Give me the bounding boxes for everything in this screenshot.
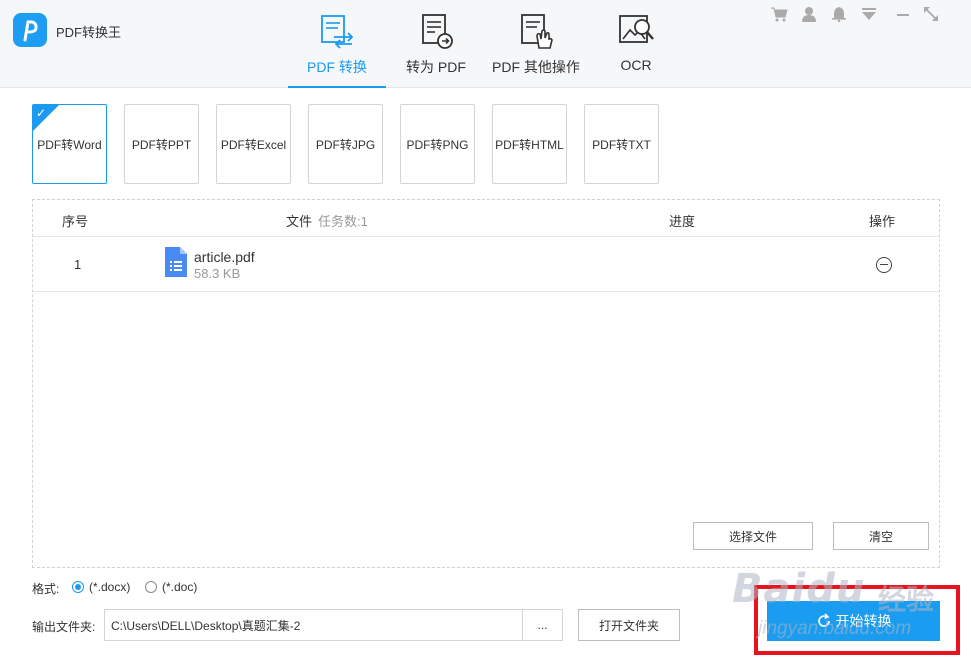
radio-doc[interactable] (145, 581, 157, 593)
task-count: 任务数:1 (318, 214, 368, 229)
menu-down-icon[interactable] (859, 4, 879, 24)
pdf-convert-icon (321, 15, 354, 49)
col-file-header: 文件 (286, 214, 313, 229)
tab-to-pdf[interactable]: 转为 PDF (397, 0, 475, 88)
tab-ocr[interactable]: OCR (600, 0, 672, 88)
row-index: 1 (74, 257, 82, 272)
col-index-header: 序号 (62, 214, 89, 229)
remove-task-icon[interactable] (876, 257, 892, 273)
col-action-header: 操作 (869, 214, 896, 229)
check-icon: ✓ (36, 106, 47, 120)
format-tile-pdf-to-html[interactable]: PDF转HTML (492, 104, 567, 184)
open-folder-button[interactable]: 打开文件夹 (578, 609, 680, 641)
browse-button[interactable]: ... (522, 609, 563, 641)
radio-doc-label[interactable]: (*.doc) (162, 580, 197, 594)
col-progress-header: 进度 (669, 214, 696, 229)
tab-label: OCR (620, 57, 652, 73)
app-title: PDF转换王 (56, 25, 122, 40)
clear-button[interactable]: 清空 (833, 522, 929, 550)
file-name: article.pdf (194, 249, 255, 265)
format-label: PDF转TXT (592, 137, 651, 152)
task-list-area[interactable]: 序号 文件 任务数:1 进度 操作 1 article.pdf 58.3 KB … (32, 199, 940, 568)
format-tile-pdf-to-excel[interactable]: PDF转Excel (216, 104, 291, 184)
format-tile-pdf-to-ppt[interactable]: PDF转PPT (124, 104, 199, 184)
format-tile-pdf-to-word[interactable]: ✓ PDF转Word (32, 104, 107, 184)
file-size: 58.3 KB (194, 266, 241, 281)
pdf-ops-icon (521, 14, 553, 49)
tab-label: 转为 PDF (406, 59, 466, 75)
start-convert-label: 开始转换 (835, 613, 892, 629)
top-bar: PDF转换王 PDF 转换 转为 PDF PDF 其他操作 OCR (0, 0, 971, 88)
table-row: 1 article.pdf 58.3 KB (33, 237, 939, 292)
p-logo-icon (13, 13, 47, 47)
format-label: PDF转PPT (131, 137, 192, 152)
format-tile-pdf-to-txt[interactable]: PDF转TXT (584, 104, 659, 184)
bell-icon[interactable] (829, 4, 849, 24)
radio-docx[interactable] (72, 581, 84, 593)
select-files-button[interactable]: 选择文件 (693, 522, 813, 550)
minimize-icon[interactable] (893, 4, 913, 24)
tab-pdf-convert[interactable]: PDF 转换 (288, 0, 386, 88)
format-label: PDF转Word (37, 137, 102, 152)
output-folder-input[interactable] (104, 609, 523, 641)
refresh-icon (817, 613, 830, 627)
format-label: PDF转HTML (495, 137, 564, 152)
format-label: PDF转JPG (315, 137, 376, 152)
doc-file-icon (165, 247, 187, 277)
format-tile-pdf-to-png[interactable]: PDF转PNG (400, 104, 475, 184)
format-label: PDF转Excel (220, 137, 287, 152)
to-pdf-icon (422, 14, 453, 49)
tab-label: PDF 转换 (307, 59, 367, 75)
tab-pdf-other-ops[interactable]: PDF 其他操作 (488, 0, 584, 88)
cart-icon[interactable] (769, 4, 789, 24)
format-label: PDF转PNG (406, 137, 469, 152)
ocr-icon (619, 15, 654, 43)
format-label-text: 格式: (32, 582, 60, 596)
tab-label: PDF 其他操作 (492, 59, 580, 75)
radio-docx-label[interactable]: (*.docx) (89, 580, 130, 594)
format-tile-pdf-to-jpg[interactable]: PDF转JPG (308, 104, 383, 184)
table-header: 序号 文件 任务数:1 进度 操作 (33, 200, 939, 237)
user-icon[interactable] (799, 4, 819, 24)
maximize-icon[interactable] (921, 4, 941, 24)
output-folder-label: 输出文件夹: (32, 620, 96, 634)
start-convert-button[interactable]: 开始转换 (767, 601, 940, 641)
